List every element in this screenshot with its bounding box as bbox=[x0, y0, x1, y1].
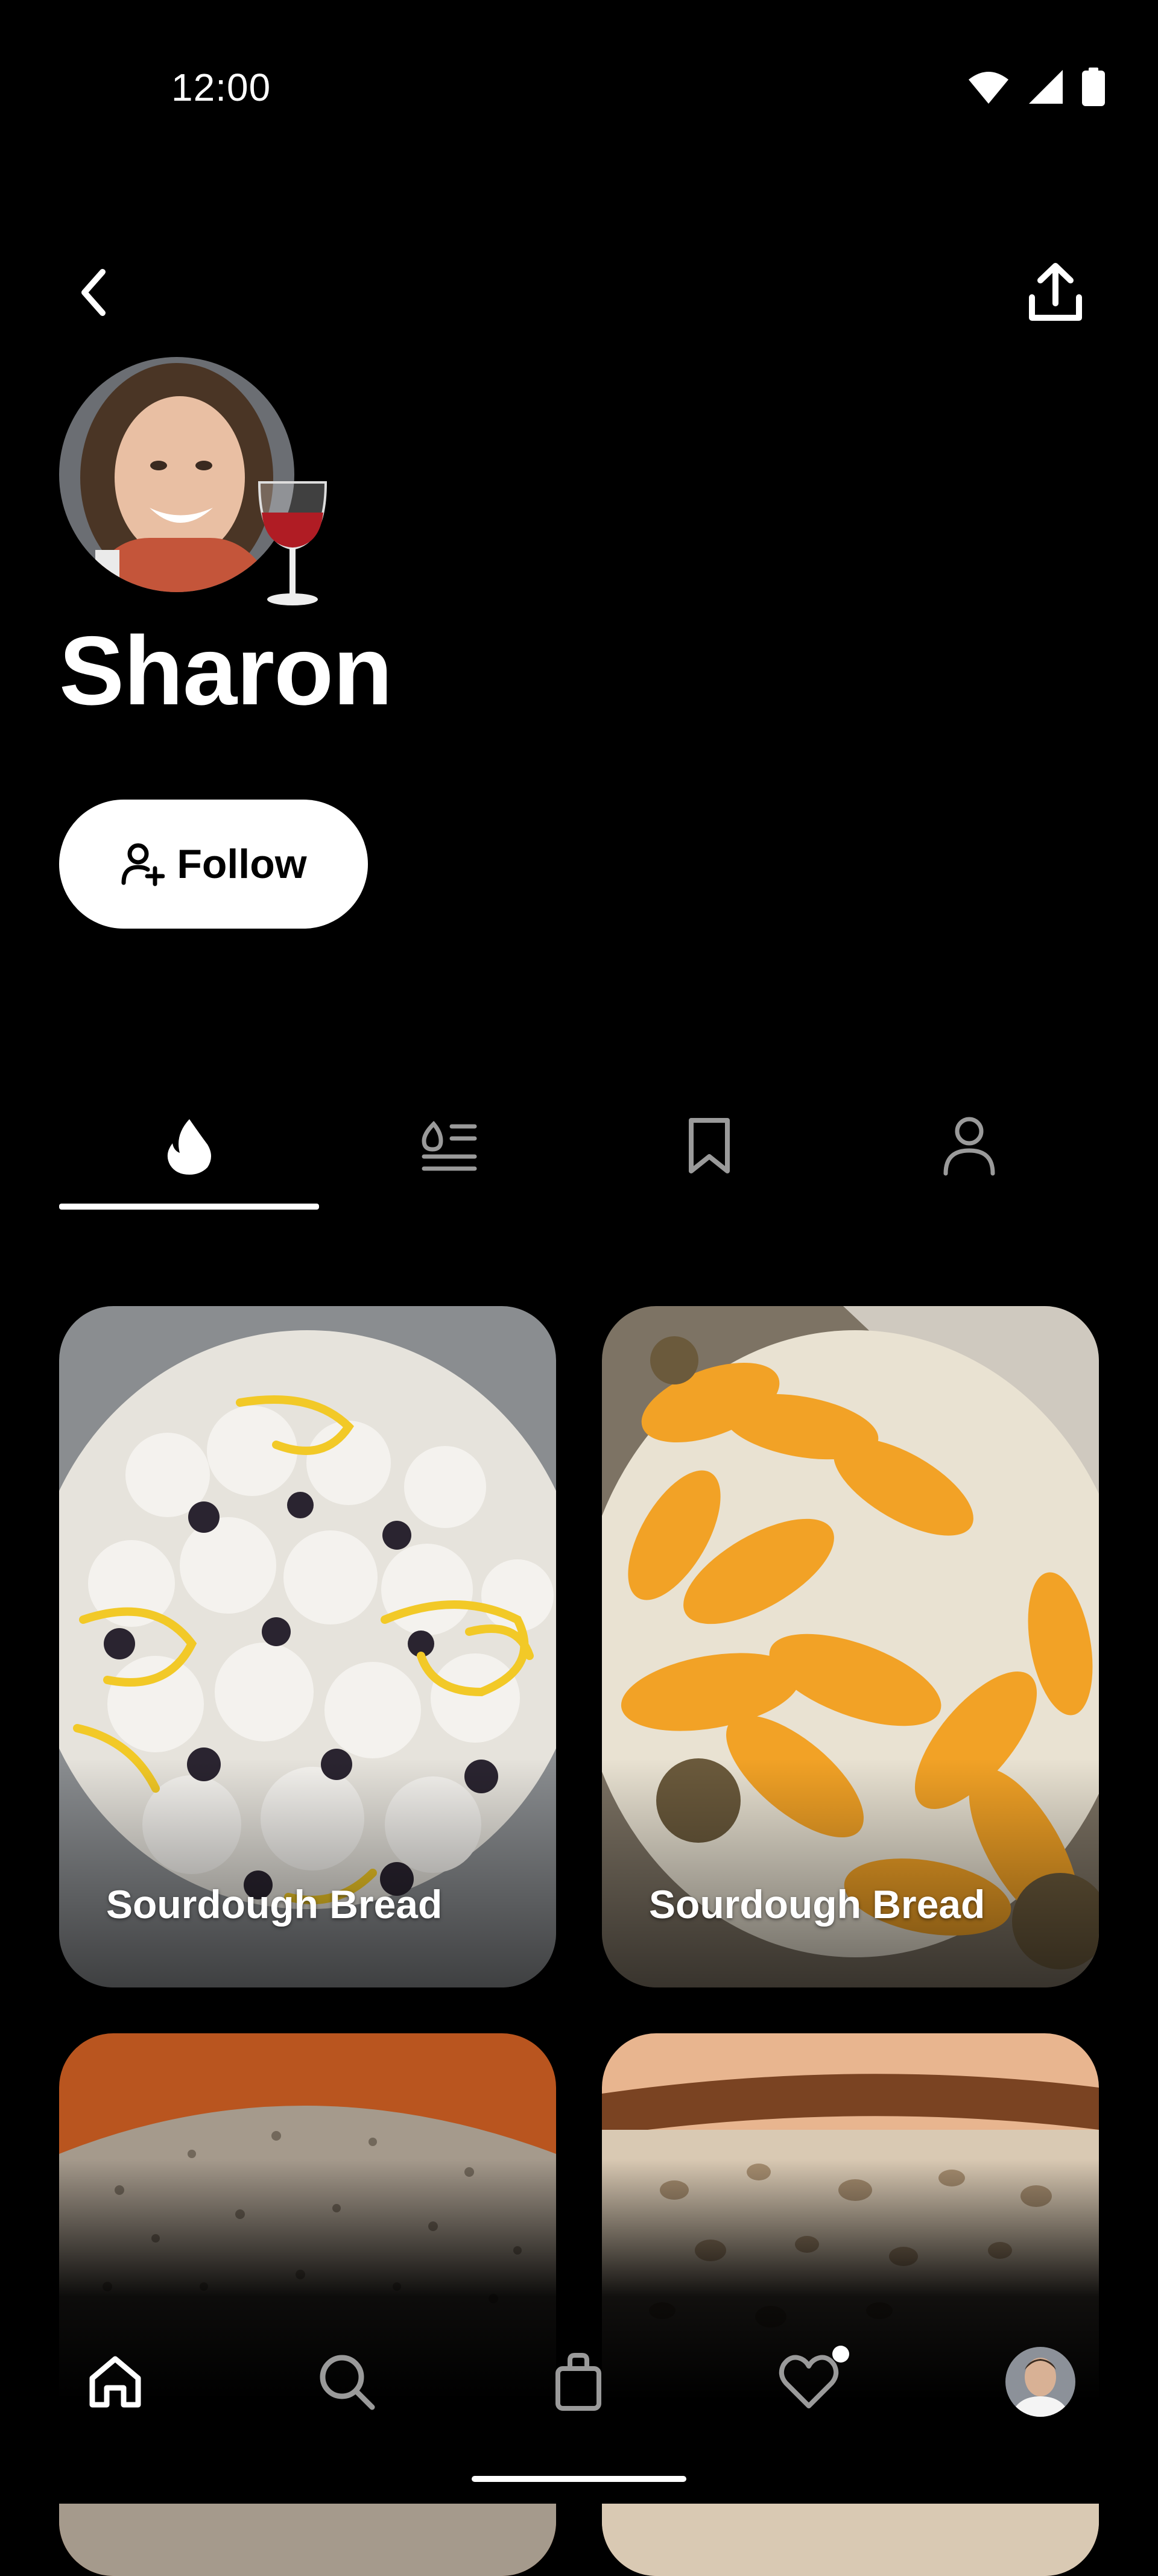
bottom-navigation bbox=[0, 2340, 1158, 2436]
wine-glass-icon bbox=[247, 470, 338, 609]
tab-about[interactable] bbox=[839, 1085, 1099, 1206]
signal-icon bbox=[1029, 70, 1063, 104]
tab-recipes[interactable] bbox=[319, 1085, 579, 1206]
card-shade bbox=[59, 1758, 556, 1987]
back-button[interactable] bbox=[66, 253, 121, 332]
nav-search[interactable] bbox=[302, 2340, 392, 2424]
add-person-icon bbox=[121, 843, 165, 886]
post-card[interactable]: Sourdough Bread bbox=[59, 1306, 556, 1987]
profile-avatar bbox=[1005, 2347, 1075, 2417]
status-icons bbox=[967, 68, 1105, 106]
follow-button[interactable]: Follow bbox=[59, 800, 368, 929]
home-icon bbox=[89, 2356, 141, 2408]
search-icon bbox=[320, 2355, 375, 2410]
heart-icon bbox=[779, 2355, 839, 2408]
nav-profile[interactable] bbox=[995, 2340, 1086, 2424]
person-icon bbox=[943, 1117, 995, 1176]
card-title: Sourdough Bread bbox=[106, 1882, 443, 1927]
share-upload-icon bbox=[1029, 263, 1082, 321]
chevron-left-icon bbox=[81, 269, 106, 316]
notification-dot bbox=[832, 2346, 849, 2363]
status-time: 12:00 bbox=[171, 66, 271, 109]
tab-selected-indicator bbox=[59, 1204, 319, 1210]
tab-saved[interactable] bbox=[579, 1085, 839, 1206]
card-title: Sourdough Bread bbox=[649, 1882, 986, 1927]
nav-activity[interactable] bbox=[764, 2340, 854, 2424]
shopping-bag-icon bbox=[555, 2353, 601, 2411]
nav-home[interactable] bbox=[70, 2340, 160, 2424]
share-button[interactable] bbox=[1019, 253, 1092, 332]
tab-creations[interactable] bbox=[59, 1085, 319, 1206]
follow-label: Follow bbox=[177, 841, 307, 887]
bottom-fade bbox=[0, 2159, 1158, 2504]
recipes-list-icon bbox=[421, 1120, 476, 1171]
gesture-handle bbox=[472, 2476, 686, 2482]
profile-name: Sharon bbox=[59, 616, 393, 725]
nav-shop[interactable] bbox=[533, 2340, 624, 2424]
flame-icon bbox=[167, 1119, 211, 1175]
card-shade bbox=[602, 1758, 1099, 1987]
wifi-icon bbox=[969, 72, 1008, 104]
profile-tabs bbox=[59, 1085, 1099, 1218]
bookmark-icon bbox=[688, 1118, 730, 1173]
post-card[interactable]: Sourdough Bread bbox=[602, 1306, 1099, 1987]
battery-icon bbox=[1082, 68, 1105, 106]
